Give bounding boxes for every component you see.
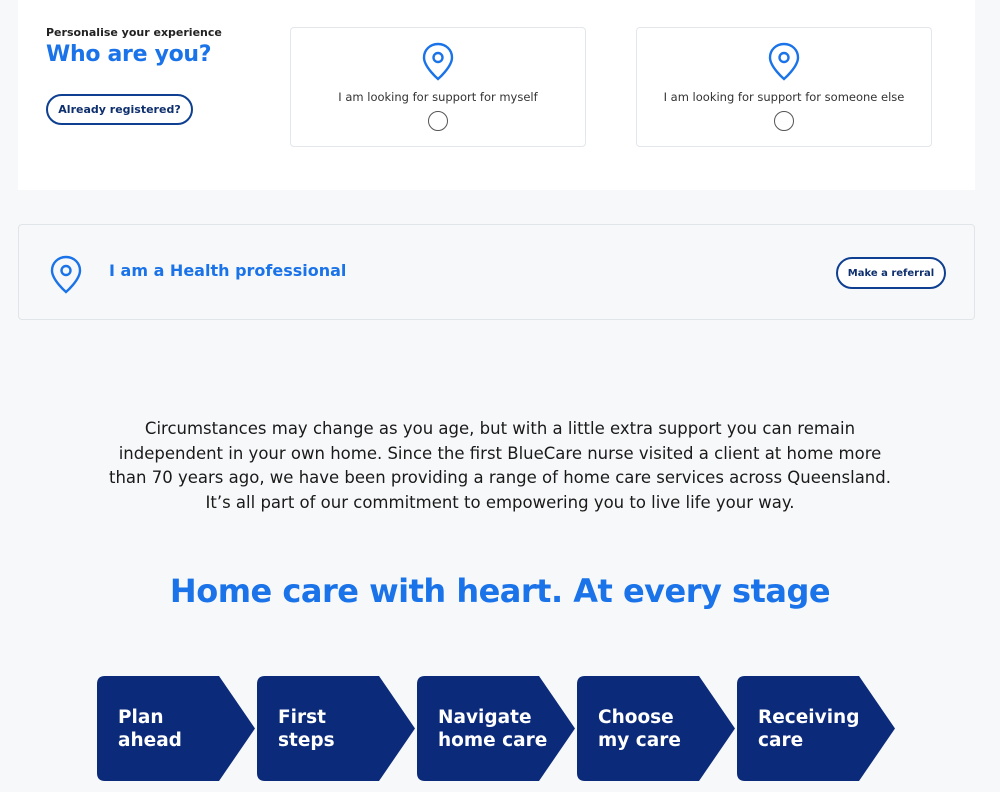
stage-label: Choose my care	[598, 707, 681, 751]
section-heading: Home care with heart. At every stage	[169, 572, 831, 610]
support-myself-label: I am looking for support for myself	[338, 90, 538, 104]
stage-label: First steps	[278, 707, 335, 751]
location-pin-icon	[422, 42, 454, 81]
support-someone-else-radio[interactable]	[774, 111, 794, 131]
stage-navigate-home-care[interactable]: Navigate home care	[417, 676, 575, 781]
already-registered-button[interactable]: Already registered?	[46, 94, 193, 125]
support-myself-option[interactable]: I am looking for support for myself	[290, 27, 586, 147]
health-professional-bar: I am a Health professional Make a referr…	[18, 224, 975, 320]
location-pin-icon	[768, 42, 800, 81]
intro-paragraph: Circumstances may change as you age, but…	[109, 419, 891, 512]
stage-label: Plan ahead	[118, 707, 182, 751]
health-professional-title: I am a Health professional	[109, 261, 347, 280]
support-myself-radio[interactable]	[428, 111, 448, 131]
make-referral-button[interactable]: Make a referral	[836, 257, 946, 289]
support-someone-else-label: I am looking for support for someone els…	[663, 90, 905, 104]
stage-label: Navigate home care	[438, 707, 548, 751]
stage-label: Receiving care	[758, 707, 860, 751]
location-pin-icon	[50, 255, 82, 294]
stage-receiving-care[interactable]: Receiving care	[737, 676, 895, 781]
personalise-panel: Personalise your experience Who are you?…	[18, 0, 975, 190]
stage-first-steps[interactable]: First steps	[257, 676, 415, 781]
stage-plan-ahead[interactable]: Plan ahead	[97, 676, 255, 781]
personalise-kicker: Personalise your experience	[46, 26, 222, 39]
stage-choose-my-care[interactable]: Choose my care	[577, 676, 735, 781]
support-someone-else-option[interactable]: I am looking for support for someone els…	[636, 27, 932, 147]
personalise-title: Who are you?	[46, 42, 212, 67]
